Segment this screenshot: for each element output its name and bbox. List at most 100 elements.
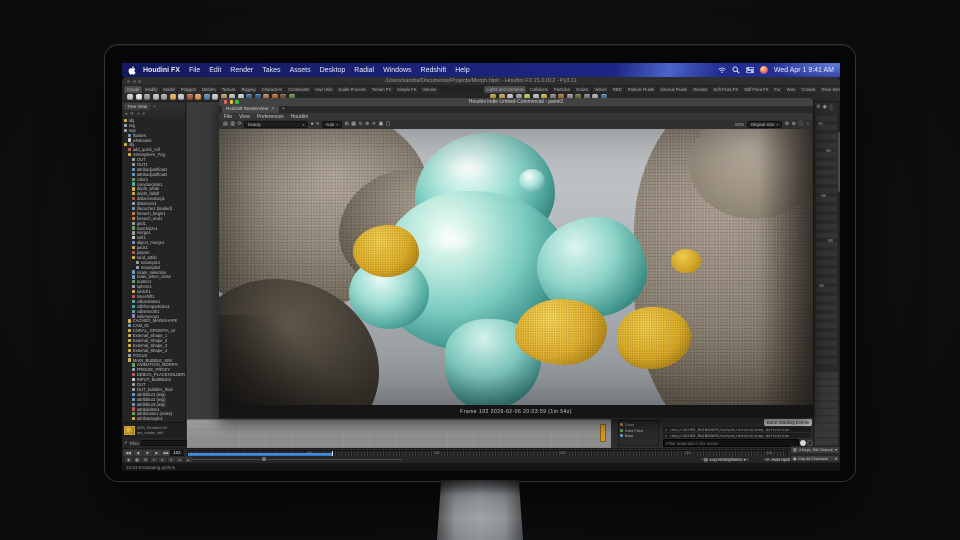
render-toolbar-icon[interactable]: ▢ xyxy=(386,120,391,129)
menu-item[interactable]: Radial xyxy=(354,67,374,74)
param-rows[interactable] xyxy=(816,116,837,366)
shelf-tool-icon[interactable] xyxy=(127,94,133,100)
shelf-tool-icon[interactable] xyxy=(204,94,210,100)
shelf-tool-icon[interactable] xyxy=(144,94,150,100)
render-toolbar-icon[interactable]: ▣ xyxy=(379,120,384,129)
render-menu-item[interactable]: File xyxy=(224,114,232,120)
playback-option-button[interactable]: ▦ xyxy=(134,457,141,462)
shelf-tab[interactable]: Wire xyxy=(784,86,798,94)
menu-item[interactable]: Desktop xyxy=(320,67,346,74)
keys-summary-dropdown[interactable]: ▥ 4 Keys, 5/6 Channels ▾ xyxy=(790,446,840,454)
shelf-tab[interactable]: Simple FX xyxy=(395,86,419,94)
menu-item[interactable]: Assets xyxy=(290,67,311,74)
param-info-icon[interactable]: ⓘ xyxy=(829,104,834,111)
shelf-tab[interactable]: Particle Fluids xyxy=(625,86,656,94)
param-knob[interactable] xyxy=(821,194,826,197)
tab-tree-view[interactable]: Tree View xyxy=(124,103,150,110)
shelf-tab[interactable]: Rigging xyxy=(239,86,258,94)
render-menu-item[interactable]: View xyxy=(239,114,250,120)
menu-item[interactable]: File xyxy=(189,67,200,74)
wifi-icon[interactable] xyxy=(718,66,726,74)
tree-node-row[interactable]: attribwrangle1 xyxy=(122,416,185,421)
shelf-tab[interactable]: Constraints xyxy=(286,86,312,94)
tree-toolbar-icon[interactable]: ◂ xyxy=(125,111,127,117)
shelf-tab[interactable]: Polygon xyxy=(178,86,198,94)
search-icon[interactable] xyxy=(732,66,740,74)
houdini-window-titlebar[interactable]: /Users/sandra/Documents/Projects/Morph.h… xyxy=(122,77,840,85)
shelf-tab[interactable]: Model xyxy=(161,86,177,94)
key-all-channels-button[interactable]: ◉ Key All Channels ▾ xyxy=(790,455,840,463)
playback-option-button[interactable]: ◂ xyxy=(176,457,183,462)
shelf-tool-icon[interactable] xyxy=(187,94,193,100)
range-slider-knob[interactable] xyxy=(262,457,266,461)
menu-item[interactable]: Edit xyxy=(209,67,221,74)
render-toolbar-icon[interactable]: ✕ xyxy=(372,120,376,129)
param-knob[interactable] xyxy=(826,149,831,152)
shelf-tab[interactable]: Soft Flora FX xyxy=(711,86,741,94)
zoom-level[interactable]: 62% xyxy=(735,122,744,127)
menu-item[interactable]: Windows xyxy=(383,67,411,74)
log-dropdown[interactable]: ▧ Log Atmospheres ▾ xyxy=(700,457,750,463)
image-size-select[interactable]: Original Size▾ xyxy=(747,121,783,128)
tab-close-icon[interactable]: ✕ xyxy=(271,106,275,111)
render-toolbar-icon[interactable]: ▥ xyxy=(230,120,235,129)
render-window-titlebar[interactable]: Houdini Indie Limited-Commercial - panel… xyxy=(219,98,813,106)
shelf-tab[interactable]: Particles xyxy=(551,86,572,94)
render-toolbar-icon[interactable]: ⊕ xyxy=(792,120,796,129)
channel-add-rows[interactable] xyxy=(815,372,838,446)
shelf-tab[interactable]: Crowds xyxy=(799,86,818,94)
shelf-tab[interactable]: Fur xyxy=(772,86,783,94)
materials-filter-input[interactable] xyxy=(663,439,799,447)
playback-option-button[interactable]: ▾ xyxy=(168,457,175,462)
apple-menu-icon[interactable] xyxy=(128,66,136,75)
add-tab-button[interactable]: + xyxy=(153,104,156,109)
network-canvas-strip[interactable] xyxy=(187,419,611,448)
menu-item[interactable]: Redshift xyxy=(421,67,447,74)
shelf-tool-icon[interactable] xyxy=(161,94,167,100)
playback-option-button[interactable]: ◉ xyxy=(125,457,132,462)
playhead[interactable] xyxy=(332,451,334,456)
shelf-tool-icon[interactable] xyxy=(170,94,176,100)
material-path-row[interactable]: ▸ /obj/CACHED_MAINSHAPE/output/arnold/sh… xyxy=(663,433,811,438)
shelf-tab[interactable]: Grains xyxy=(573,86,590,94)
layer-row[interactable]: Base xyxy=(620,433,657,439)
shelf-tool-icon[interactable] xyxy=(153,94,159,100)
auto-refresh-select[interactable]: Auto▾ xyxy=(322,121,342,128)
shelf-tab[interactable]: Collisions xyxy=(527,86,550,94)
shelf-tab[interactable]: Volume xyxy=(420,86,439,94)
shelf-tab[interactable]: Vellum xyxy=(592,86,610,94)
render-toolbar-icon[interactable]: ⟳ xyxy=(237,120,241,129)
filter-toggle-light-icon[interactable] xyxy=(800,440,806,446)
shelf-tab[interactable]: Lights and Cameras xyxy=(484,86,526,94)
render-snapshot-row[interactable]: ARS_Render2.0rf ars_render_still xyxy=(122,422,185,438)
menu-clock[interactable]: Wed Apr 1 9:41 AM xyxy=(774,67,834,74)
render-toolbar-icon[interactable]: ▦ xyxy=(351,120,356,129)
aov-select[interactable]: beauty▾ xyxy=(244,121,308,128)
shelf-tab[interactable]: RBD xyxy=(610,86,624,94)
render-toolbar-icon[interactable]: ◔ xyxy=(806,120,809,129)
param-knob[interactable] xyxy=(818,122,823,125)
render-menu-item[interactable]: Preferences xyxy=(257,114,284,120)
siri-icon[interactable] xyxy=(760,66,768,74)
range-slider-track[interactable] xyxy=(192,459,402,460)
add-tab-button[interactable]: + xyxy=(282,106,285,113)
tree-toolbar-icon[interactable]: ▾ xyxy=(143,111,145,117)
shelf-tool-icon[interactable] xyxy=(195,94,201,100)
param-gear-icon[interactable]: ⚙ xyxy=(816,104,820,111)
render-toolbar-icon[interactable]: ● xyxy=(311,120,314,129)
param-scrollbar[interactable] xyxy=(838,102,841,448)
param-pin-icon[interactable]: ◉ xyxy=(822,104,826,111)
playback-option-button[interactable]: ▴ xyxy=(185,457,192,462)
param-knob[interactable] xyxy=(828,239,833,242)
snapshot-thumbnail[interactable] xyxy=(124,426,135,435)
shelf-tool-icon[interactable] xyxy=(178,94,184,100)
filter-checkbox[interactable]: ✓ xyxy=(124,440,128,446)
playback-option-button[interactable]: ⊞ xyxy=(142,457,149,462)
render-toolbar-icon[interactable]: ≡ xyxy=(316,120,319,129)
shelf-tab[interactable]: Characters xyxy=(259,86,284,94)
shelf-tab[interactable]: Texture xyxy=(219,86,238,94)
control-center-icon[interactable] xyxy=(746,66,754,74)
shelf-tool-icon[interactable] xyxy=(212,94,218,100)
render-toolbar-icon[interactable]: ▤ xyxy=(223,120,228,129)
shelf-tab[interactable]: Modify xyxy=(143,86,160,94)
